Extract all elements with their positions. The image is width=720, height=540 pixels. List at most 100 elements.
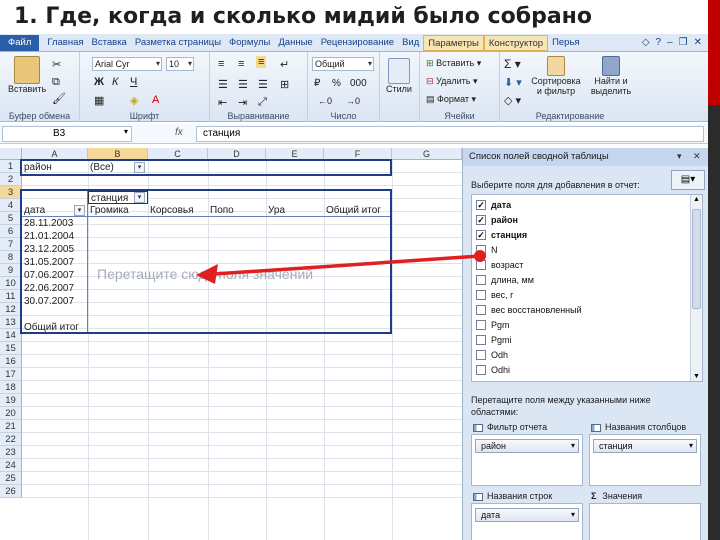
tab-insert[interactable]: Вставка — [88, 35, 131, 51]
delete-cells-button[interactable]: ⊟ Удалить ▾ — [426, 76, 477, 87]
tab-file[interactable]: Файл — [0, 34, 40, 51]
indent-increase-icon[interactable]: ⇥ — [238, 96, 247, 109]
field-item[interactable]: Odhi — [476, 362, 686, 378]
field-item[interactable]: ✓ станция — [476, 227, 686, 243]
row-labels-chip[interactable]: дата — [475, 508, 579, 522]
thousands-icon[interactable]: 000 — [350, 78, 367, 89]
field-item[interactable]: ✓ район — [476, 212, 686, 228]
fx-icon[interactable]: fx — [175, 127, 183, 138]
row-header[interactable]: 8 — [0, 251, 22, 264]
sort-filter-button[interactable]: Сортировка и фильтр — [528, 56, 584, 96]
styles-button[interactable]: Стили — [386, 58, 412, 94]
field-item[interactable]: длина, мм — [476, 272, 686, 288]
field-item[interactable]: Odh — [476, 347, 686, 363]
field-checkbox[interactable] — [476, 274, 486, 285]
row-header[interactable]: 3 — [0, 186, 22, 199]
field-list-scrollbar[interactable]: ▲ ▼ — [690, 195, 702, 381]
scroll-thumb[interactable] — [692, 209, 701, 309]
pane-close-icon[interactable]: ✕ — [693, 151, 701, 162]
column-labels-chip[interactable]: станция — [593, 439, 697, 453]
pane-menu-icon[interactable]: ▾ — [677, 151, 682, 162]
row-header[interactable]: 23 — [0, 446, 22, 459]
row-header[interactable]: 2 — [0, 173, 22, 186]
field-checkbox[interactable]: ✓ — [476, 214, 486, 225]
orientation-icon[interactable]: ⤢ — [258, 96, 267, 109]
row-header[interactable]: 10 — [0, 277, 22, 290]
row-header[interactable]: 6 — [0, 225, 22, 238]
italic-icon[interactable]: К — [112, 76, 118, 88]
scroll-down-icon[interactable]: ▼ — [693, 373, 700, 380]
merge-icon[interactable]: ⊞ — [280, 78, 289, 91]
field-checkbox[interactable]: ✓ — [476, 229, 486, 240]
row-header[interactable]: 18 — [0, 381, 22, 394]
bold-icon[interactable]: Ж — [94, 76, 104, 88]
wrap-text-icon[interactable]: ↵ — [280, 58, 289, 71]
field-item[interactable]: ✓ дата — [476, 197, 686, 213]
formula-input[interactable]: станция — [196, 126, 704, 142]
field-checkbox[interactable] — [476, 304, 486, 315]
row-header[interactable]: 7 — [0, 238, 22, 251]
row-header[interactable]: 9 — [0, 264, 22, 277]
tab-pens[interactable]: Перья — [548, 35, 584, 51]
field-item[interactable]: Pgm — [476, 317, 686, 333]
row-header[interactable]: 4 — [0, 199, 22, 212]
borders-icon[interactable]: ▦ — [94, 94, 104, 107]
format-painter-icon[interactable]: 🖌 — [52, 92, 66, 105]
autosum-icon[interactable]: Σ ▾ — [504, 57, 521, 71]
align-left-icon[interactable]: ☰ — [218, 78, 228, 91]
row-header[interactable]: 22 — [0, 433, 22, 446]
decrease-decimal-icon[interactable]: →0 — [346, 96, 360, 106]
align-right-icon[interactable]: ☰ — [258, 78, 268, 91]
field-checkbox[interactable] — [476, 289, 486, 300]
tab-review[interactable]: Рецензирование — [317, 35, 398, 51]
increase-decimal-icon[interactable]: ←0 — [318, 96, 332, 106]
close-icon[interactable]: ✕ — [694, 37, 702, 48]
row-header[interactable]: 25 — [0, 472, 22, 485]
tab-formulas[interactable]: Формулы — [225, 35, 274, 51]
row-header[interactable]: 26 — [0, 485, 22, 498]
field-checkbox[interactable] — [476, 259, 486, 270]
row-header[interactable]: 21 — [0, 420, 22, 433]
currency-icon[interactable]: ₽ — [314, 78, 320, 89]
align-top-icon[interactable]: ≡ — [218, 58, 224, 70]
row-header[interactable]: 20 — [0, 407, 22, 420]
align-center-icon[interactable]: ☰ — [238, 78, 248, 91]
font-size-combo[interactable]: 10 — [166, 57, 194, 71]
tab-page-layout[interactable]: Разметка страницы — [131, 35, 225, 51]
field-checkbox[interactable] — [476, 349, 486, 360]
cut-icon[interactable]: ✂ — [52, 58, 61, 71]
tab-data[interactable]: Данные — [274, 35, 316, 51]
row-header[interactable]: 24 — [0, 459, 22, 472]
font-name-combo[interactable]: Arial Cyr — [92, 57, 162, 71]
name-box[interactable]: B3 — [2, 126, 132, 142]
field-checkbox[interactable] — [476, 364, 486, 375]
tab-pivot-design[interactable]: Конструктор — [483, 34, 549, 51]
align-middle-icon[interactable]: ≡ — [238, 58, 244, 70]
row-header[interactable]: 5 — [0, 212, 22, 225]
font-color-icon[interactable]: A — [152, 94, 159, 106]
field-checkbox[interactable] — [476, 244, 486, 255]
values-area[interactable] — [589, 503, 701, 540]
format-cells-button[interactable]: ▤ Формат ▾ — [426, 94, 476, 105]
report-filter-chip[interactable]: район — [475, 439, 579, 453]
minimize-icon[interactable]: – — [667, 37, 673, 48]
row-header[interactable]: 17 — [0, 368, 22, 381]
tab-pivot-options[interactable]: Параметры — [423, 34, 484, 51]
field-checkbox[interactable] — [476, 334, 486, 345]
row-header[interactable]: 16 — [0, 355, 22, 368]
field-checkbox[interactable]: ✓ — [476, 199, 486, 210]
underline-icon[interactable]: Ч — [130, 76, 137, 88]
row-header[interactable]: 15 — [0, 342, 22, 355]
find-select-button[interactable]: Найти и выделить — [586, 56, 636, 96]
row-header[interactable]: 11 — [0, 290, 22, 303]
row-header[interactable]: 12 — [0, 303, 22, 316]
restore-icon[interactable]: ❐ — [679, 37, 688, 48]
field-checkbox[interactable] — [476, 319, 486, 330]
row-header[interactable]: 19 — [0, 394, 22, 407]
pivot-values-drop-hint[interactable]: Перетащите сюда поля значений — [97, 266, 313, 282]
clear-icon[interactable]: ◇ ▾ — [504, 94, 521, 107]
col-header-g[interactable]: G — [392, 148, 462, 160]
column-labels-area[interactable]: станция — [589, 434, 701, 486]
field-item[interactable]: Pgmi — [476, 332, 686, 348]
select-all-corner[interactable] — [0, 148, 22, 160]
